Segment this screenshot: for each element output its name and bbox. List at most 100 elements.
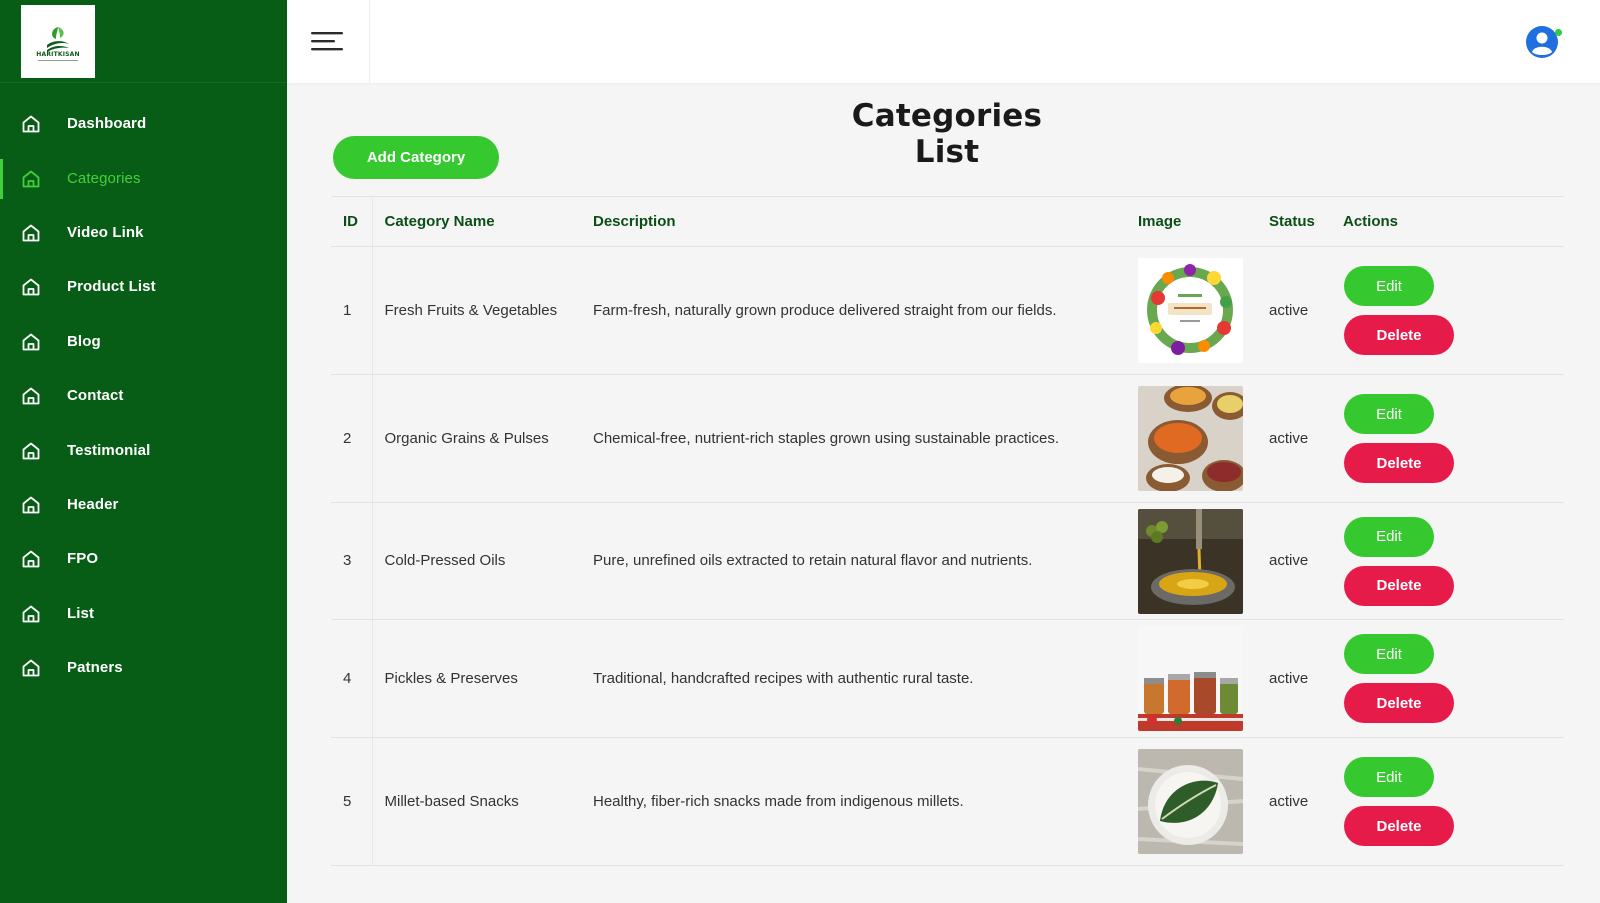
cell-image	[1126, 246, 1257, 375]
leaf-logo-icon	[47, 26, 69, 52]
home-icon	[21, 658, 41, 678]
category-thumbnail	[1138, 508, 1243, 614]
row-actions: Edit Delete	[1343, 757, 1552, 846]
cell-description: Pure, unrefined oils extracted to retain…	[581, 502, 1126, 620]
home-icon	[21, 604, 41, 624]
row-actions: Edit Delete	[1343, 634, 1552, 723]
header-id: ID	[331, 196, 373, 247]
sidebar-item-label: Patners	[67, 659, 123, 676]
sidebar-item-label: Categories	[67, 170, 141, 187]
sidebar-item-label: Product List	[67, 278, 156, 295]
header-status: Status	[1257, 196, 1331, 247]
topbar	[287, 0, 1600, 83]
add-category-button[interactable]: Add Category	[333, 136, 499, 179]
row-actions: Edit Delete	[1343, 266, 1552, 355]
table-row: 3 Cold-Pressed Oils Pure, unrefined oils e…	[331, 502, 1564, 620]
cell-status: active	[1257, 502, 1331, 620]
sidebar-item-blog[interactable]: Blog	[0, 322, 287, 362]
cell-actions: Edit Delete	[1331, 246, 1564, 375]
logo-divider	[38, 59, 78, 61]
row-actions: Edit Delete	[1343, 394, 1552, 483]
cell-description: Traditional, handcrafted recipes with au…	[581, 619, 1126, 738]
table-row: 5 Millet-based Snacks Healthy, fiber-rich …	[331, 737, 1564, 866]
cell-id: 1	[331, 246, 373, 375]
menu-toggle-button[interactable]	[287, 0, 370, 83]
cell-image	[1126, 374, 1257, 503]
categories-table: ID Category Name Description Image Statu…	[331, 196, 1564, 866]
home-icon	[21, 495, 41, 515]
logo-text: HARITKISAN	[36, 50, 80, 58]
header-image: Image	[1126, 196, 1257, 247]
online-status-dot	[1555, 29, 1562, 36]
cell-image	[1126, 502, 1257, 620]
cell-category-name: Fresh Fruits & Vegetables	[372, 246, 581, 375]
edit-button[interactable]: Edit	[1344, 634, 1434, 674]
delete-button[interactable]: Delete	[1344, 565, 1454, 606]
table-row: 4 Pickles & Preserves Traditional, handcra…	[331, 619, 1564, 738]
cell-id: 2	[331, 374, 373, 503]
cell-category-name: Millet-based Snacks	[372, 737, 581, 866]
sidebar-item-product-list[interactable]: Product List	[0, 267, 287, 307]
delete-button[interactable]: Delete	[1344, 443, 1454, 483]
sidebar-item-testimonial[interactable]: Testimonial	[0, 431, 287, 471]
delete-button[interactable]: Delete	[1344, 683, 1454, 723]
edit-button[interactable]: Edit	[1344, 757, 1434, 797]
sidebar-item-video-link[interactable]: Video Link	[0, 213, 287, 253]
delete-button[interactable]: Delete	[1344, 806, 1454, 846]
cell-image	[1126, 737, 1257, 866]
home-icon	[21, 386, 41, 406]
cell-status: active	[1257, 246, 1331, 375]
row-actions: Edit Delete	[1343, 516, 1552, 606]
cell-id: 3	[331, 502, 373, 620]
brand-logo[interactable]: HARITKISAN	[21, 5, 95, 78]
sidebar-item-dashboard[interactable]: Dashboard	[0, 104, 287, 144]
sidebar-item-label: List	[67, 605, 95, 622]
user-avatar-button[interactable]	[1526, 26, 1558, 58]
home-icon	[21, 332, 41, 352]
edit-button[interactable]: Edit	[1344, 516, 1434, 557]
sidebar-item-categories[interactable]: Categories	[0, 159, 287, 199]
category-thumbnail	[1138, 258, 1243, 363]
cell-status: active	[1257, 619, 1331, 738]
page-title: Categories List	[851, 98, 1043, 170]
sidebar-item-list[interactable]: List	[0, 594, 287, 634]
delete-button[interactable]: Delete	[1344, 315, 1454, 355]
sidebar-item-header[interactable]: Header	[0, 485, 287, 525]
sidebar-item-label: Contact	[67, 387, 124, 404]
header-actions: Actions	[1331, 196, 1564, 247]
sidebar: HARITKISAN Dashboard Categories Video Link…	[0, 0, 287, 903]
sidebar-item-patners[interactable]: Patners	[0, 648, 287, 688]
hamburger-icon	[311, 32, 343, 51]
home-icon	[21, 441, 41, 461]
cell-actions: Edit Delete	[1331, 619, 1564, 738]
sidebar-item-contact[interactable]: Contact	[0, 376, 287, 416]
cell-actions: Edit Delete	[1331, 502, 1564, 620]
sidebar-item-label: Dashboard	[67, 115, 147, 132]
sidebar-item-label: Video Link	[67, 224, 144, 241]
user-avatar-icon	[1526, 26, 1558, 58]
sidebar-item-label: FPO	[67, 550, 99, 567]
header-description: Description	[581, 196, 1126, 247]
cell-status: active	[1257, 737, 1331, 866]
cell-description: Healthy, fiber-rich snacks made from ind…	[581, 737, 1126, 866]
cell-actions: Edit Delete	[1331, 374, 1564, 503]
edit-button[interactable]: Edit	[1344, 394, 1434, 434]
cell-category-name: Organic Grains & Pulses	[372, 374, 581, 503]
sidebar-item-label: Header	[67, 496, 119, 513]
cell-description: Chemical-free, nutrient-rich staples gro…	[581, 374, 1126, 503]
cell-id: 5	[331, 737, 373, 866]
sidebar-item-label: Testimonial	[67, 442, 151, 459]
sidebar-item-fpo[interactable]: FPO	[0, 539, 287, 579]
header-category-name: Category Name	[372, 196, 581, 247]
home-icon	[21, 114, 41, 134]
category-thumbnail	[1138, 626, 1243, 731]
table-row: 2 Organic Grains & Pulses Chemical-free, n…	[331, 374, 1564, 503]
edit-button[interactable]: Edit	[1344, 266, 1434, 306]
table-row: 1 Fresh Fruits & Vegetables Farm-fresh, na…	[331, 246, 1564, 375]
cell-category-name: Pickles & Preserves	[372, 619, 581, 738]
cell-actions: Edit Delete	[1331, 737, 1564, 866]
table-header-row: ID Category Name Description Image Statu…	[331, 196, 1564, 247]
home-icon	[21, 223, 41, 243]
logo-area: HARITKISAN	[0, 0, 287, 83]
cell-image	[1126, 619, 1257, 738]
